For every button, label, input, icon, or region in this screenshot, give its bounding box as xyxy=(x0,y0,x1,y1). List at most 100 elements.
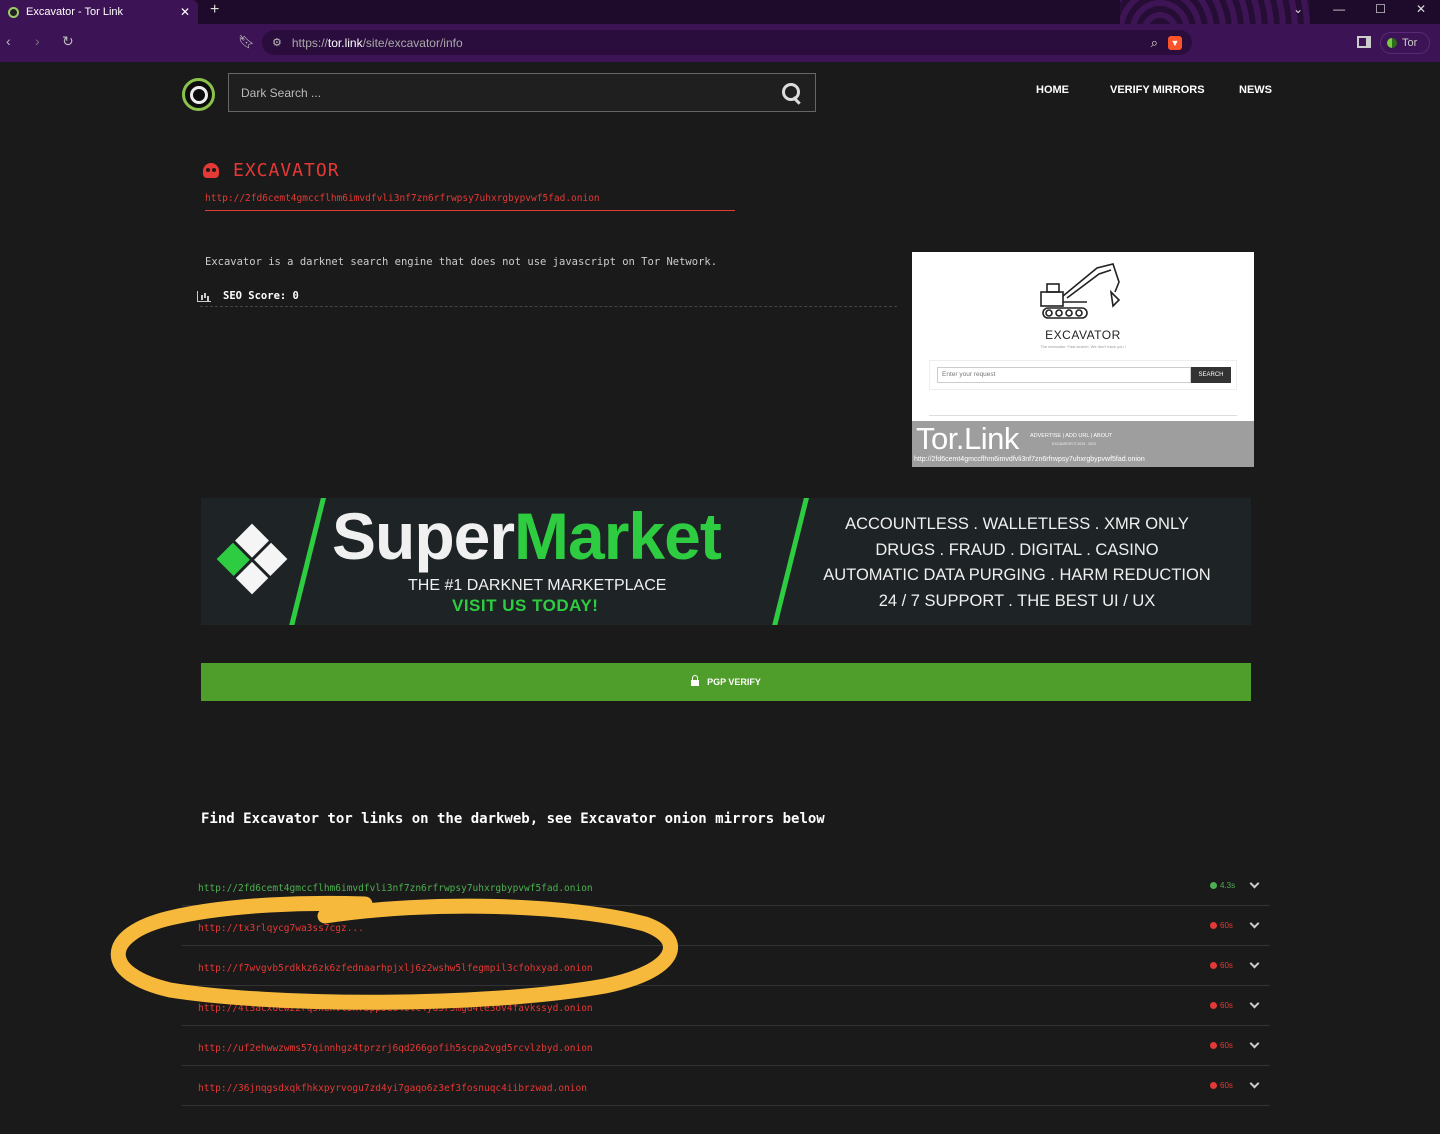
mirror-row[interactable]: http://2fd6cemt4gmccflhm6imvdfvli3nf7zn6… xyxy=(182,866,1270,906)
mirror-row[interactable]: http://uf2ehwwzwms57qinnhgz4tprzrj6qd266… xyxy=(182,1026,1270,1066)
nav-verify-mirrors[interactable]: VERIFY MIRRORS xyxy=(1110,84,1205,96)
preview-footer: Tor.Link ADVERTISE | ADD URL | ABOUT EXC… xyxy=(912,421,1254,467)
banner-feature-line: DRUGS . FRAUD . DIGITAL . CASINO xyxy=(875,540,1159,559)
minimize-icon[interactable]: — xyxy=(1333,2,1345,16)
response-time: 60s xyxy=(1220,1041,1233,1050)
chevron-down-icon[interactable] xyxy=(1249,1038,1260,1049)
bookmark-icon[interactable]: 🔖︎ xyxy=(238,34,255,50)
reload-icon[interactable]: ↻ xyxy=(62,33,74,50)
tor-link-watermark: Tor.Link xyxy=(916,421,1019,456)
pgp-verify-button[interactable]: PGP VERIFY xyxy=(201,663,1251,701)
search-input[interactable] xyxy=(241,85,781,100)
brave-shields-icon[interactable]: ▼ xyxy=(1168,35,1182,50)
address-bar[interactable]: ⚙︎ https://tor.link/site/excavator/info … xyxy=(262,30,1192,55)
supermarket-ad-banner[interactable]: SuperMarket THE #1 DARKNET MARKETPLACE V… xyxy=(201,498,1251,625)
site-onion-link[interactable]: http://2fd6cemt4gmccflhm6imvdfvli3nf7zn6… xyxy=(205,193,600,204)
status-dot-icon xyxy=(1210,1082,1217,1089)
response-time: 60s xyxy=(1220,961,1233,970)
status-dot-icon xyxy=(1210,1002,1217,1009)
chevron-down-icon[interactable]: ⌄ xyxy=(1293,2,1303,16)
banner-feature-line: AUTOMATIC DATA PURGING . HARM REDUCTION xyxy=(823,566,1211,585)
preview-divider xyxy=(929,415,1237,416)
status-dot-icon xyxy=(1210,882,1217,889)
chevron-down-icon[interactable] xyxy=(1249,958,1260,969)
tab-close-icon[interactable]: ✕ xyxy=(180,5,190,19)
mirror-status: 60s xyxy=(1210,1081,1233,1090)
preview-tagline: The excavator. Fast search. We don't tra… xyxy=(1040,344,1126,349)
preview-brand: EXCAVATOR xyxy=(1045,328,1121,342)
zoom-icon[interactable]: ⌕ xyxy=(1151,35,1158,51)
status-dot-icon xyxy=(1210,1042,1217,1049)
mirror-link[interactable]: http://tx3rlqycg7wa3ss7cgz... xyxy=(198,923,364,934)
mirror-status: 60s xyxy=(1210,1041,1233,1050)
seo-divider xyxy=(200,306,897,307)
bar-chart-icon xyxy=(197,290,211,302)
banner-slash xyxy=(288,498,327,625)
title-divider xyxy=(205,210,735,211)
mirror-link[interactable]: http://4l3acx6ew22rq5kehvl5x73pp5eo4olc4… xyxy=(198,1003,593,1014)
chevron-down-icon[interactable] xyxy=(1249,878,1260,889)
supermarket-logo-icon xyxy=(216,523,288,595)
status-dot-icon xyxy=(1210,922,1217,929)
banner-cta: VISIT US TODAY! xyxy=(452,596,599,615)
preview-search-form: Enter your request SEARCH xyxy=(929,360,1237,390)
mirror-row[interactable]: http://36jnqgsdxqkfhkxpyrvogu7zd4yi7gaqo… xyxy=(182,1066,1270,1106)
preview-copyright: EXCAVATOR © 2019 - 2023 xyxy=(1052,442,1096,446)
window-controls: ⌄ — ☐ ✕ xyxy=(1293,2,1426,16)
mirror-row[interactable]: http://4l3acx6ew22rq5kehvl5x73pp5eo4olc4… xyxy=(182,986,1270,1026)
site-info-icon[interactable]: ⚙︎ xyxy=(272,36,282,49)
response-time: 60s xyxy=(1220,921,1233,930)
new-tab-button[interactable]: + xyxy=(210,1,219,19)
seo-score: SEO Score: 0 xyxy=(197,290,299,302)
chevron-down-icon[interactable] xyxy=(1249,998,1260,1009)
banner-brand: SuperMarket xyxy=(332,499,722,573)
tor-link-logo[interactable] xyxy=(182,78,215,111)
nav-home[interactable]: HOME xyxy=(1036,84,1069,96)
response-time: 60s xyxy=(1220,1001,1233,1010)
tor-window-badge[interactable]: Tor xyxy=(1380,32,1430,54)
search-icon[interactable] xyxy=(781,82,803,104)
mirror-status: 60s xyxy=(1210,921,1233,930)
banner-features: ACCOUNTLESS . WALLETLESS . XMR ONLY DRUG… xyxy=(813,512,1221,614)
maximize-icon[interactable]: ☐ xyxy=(1375,2,1386,16)
preview-footer-links: ADVERTISE | ADD URL | ABOUT xyxy=(1030,433,1113,439)
mirror-status: 4.3s xyxy=(1210,881,1235,890)
back-icon[interactable]: ‹ xyxy=(6,33,11,49)
banner-slash xyxy=(771,498,810,625)
preview-search-input: Enter your request xyxy=(937,367,1191,383)
theme-decoration xyxy=(1120,0,1310,24)
site-header: EXCAVATOR xyxy=(203,160,340,181)
banner-subtitle: THE #1 DARKNET MARKETPLACE xyxy=(408,577,667,594)
mirror-link[interactable]: http://f7wvgvb5rdkkz6zk6zfednaarhpjxlj6z… xyxy=(198,963,593,974)
excavator-logo-icon xyxy=(1040,263,1121,319)
mirror-link[interactable]: http://2fd6cemt4gmccflhm6imvdfvli3nf7zn6… xyxy=(198,883,593,894)
seo-score-label: SEO Score: 0 xyxy=(223,290,299,302)
mirror-status: 60s xyxy=(1210,1001,1233,1010)
banner-feature-line: ACCOUNTLESS . WALLETLESS . XMR ONLY xyxy=(845,515,1189,533)
tor-onion-icon xyxy=(1387,38,1397,48)
pgp-verify-label: PGP VERIFY xyxy=(707,677,761,687)
dark-search-box xyxy=(228,73,816,112)
mirror-link[interactable]: http://uf2ehwwzwms57qinnhgz4tprzrj6qd266… xyxy=(198,1043,593,1054)
nav-news[interactable]: NEWS xyxy=(1239,84,1272,96)
close-window-icon[interactable]: ✕ xyxy=(1416,2,1426,16)
mirror-status: 60s xyxy=(1210,961,1233,970)
browser-tab-active[interactable]: Excavator - Tor Link ✕ xyxy=(0,0,198,24)
response-time: 4.3s xyxy=(1220,881,1236,890)
mirrors-heading: Find Excavator tor links on the darkweb,… xyxy=(201,811,825,827)
mirror-row[interactable]: http://f7wvgvb5rdkkz6zk6zfednaarhpjxlj6z… xyxy=(182,946,1270,986)
site-description: Excavator is a darknet search engine tha… xyxy=(205,256,718,268)
chevron-down-icon[interactable] xyxy=(1249,918,1260,929)
chevron-down-icon[interactable] xyxy=(1249,1078,1260,1089)
status-dot-icon xyxy=(1210,962,1217,969)
forward-icon[interactable]: › xyxy=(35,33,40,49)
browser-toolbar: ‹ › ↻ 🔖︎ ⚙︎ https://tor.link/site/excava… xyxy=(0,24,1440,62)
preview-search-button: SEARCH xyxy=(1191,367,1231,383)
sidebar-toggle-icon[interactable] xyxy=(1357,36,1371,48)
site-screenshot-preview[interactable]: EXCAVATOR The excavator. Fast search. We… xyxy=(912,252,1254,467)
mirror-row[interactable]: http://tx3rlqycg7wa3ss7cgz... 60s xyxy=(182,906,1270,946)
mirror-link[interactable]: http://36jnqgsdxqkfhkxpyrvogu7zd4yi7gaqo… xyxy=(198,1083,587,1094)
address-bar-url[interactable]: https://tor.link/site/excavator/info xyxy=(292,36,1141,50)
tab-favicon-icon xyxy=(8,6,19,18)
banner-feature-line: 24 / 7 SUPPORT . THE BEST UI / UX xyxy=(878,591,1156,610)
